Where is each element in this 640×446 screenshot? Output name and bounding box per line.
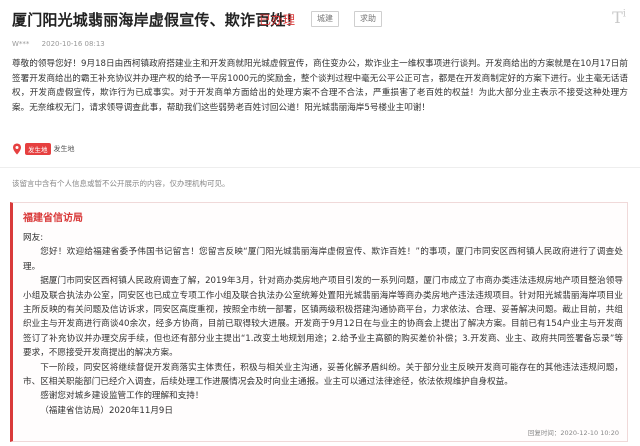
privacy-notice: 该留言中含有个人信息或暂不公开展示的内容，仅办理机构可见。 [12,179,230,188]
reply-paragraph: 据厦门市同安区西柯镇人民政府调查了解，2019年3月，针对商办类房地产项目引发的… [23,276,623,359]
author-name: W*** [12,40,30,48]
reply-org: 福建省信访局 [23,213,83,224]
reply-paragraph: 下一阶段，同安区将继续督促开发商落实主体责任，积极与相关业主沟通，妥善化解矛盾纠… [23,362,623,388]
post-meta: W*** 2020-10-16 08:13 [12,40,115,48]
post-datetime: 2020-10-16 08:13 [41,40,105,48]
divider [0,167,640,168]
tag-category[interactable]: 城建 [311,11,339,27]
reply-signature: （福建省信访局）2020年11月9日 [40,405,173,416]
site-logo: Ti [612,8,626,27]
reply-paragraph: 感谢您对城乡建设监管工作的理解和支持！ [40,391,204,402]
location-text: 发生地 [53,145,75,153]
reply-greeting: 网友: [23,233,44,243]
tag-type[interactable]: 求助 [354,11,382,27]
reply-content: 网友: 您好！欢迎给福建省委予伟国书记留言！您留言反映“厦门阳光城翡丽海岸虚假宣… [23,231,623,418]
status-badge: 已办理 [259,13,296,27]
location-pin-icon [13,143,21,155]
reply-paragraph: 您好！欢迎给福建省委予伟国书记留言！您留言反映“厦门阳光城翡丽海岸虚假宣传、欺诈… [23,247,623,272]
message-body: 尊敬的领导您好！9月18日由西柯镇政府搭建业主和开发商就阳光城虚假宣传，商住变办… [12,59,628,113]
reply-time: 回复时间：2020-12-10 10:20 [527,429,619,437]
page-title: 厦门阳光城翡丽海岸虚假宣传、欺诈百姓！ [12,11,301,29]
location-label: 发生地 [25,143,51,155]
official-reply: 福建省信访局 网友: 您好！欢迎给福建省委予伟国书记留言！您留言反映“厦门阳光城… [10,202,628,442]
location-row: 发生地 发生地 [12,142,75,156]
